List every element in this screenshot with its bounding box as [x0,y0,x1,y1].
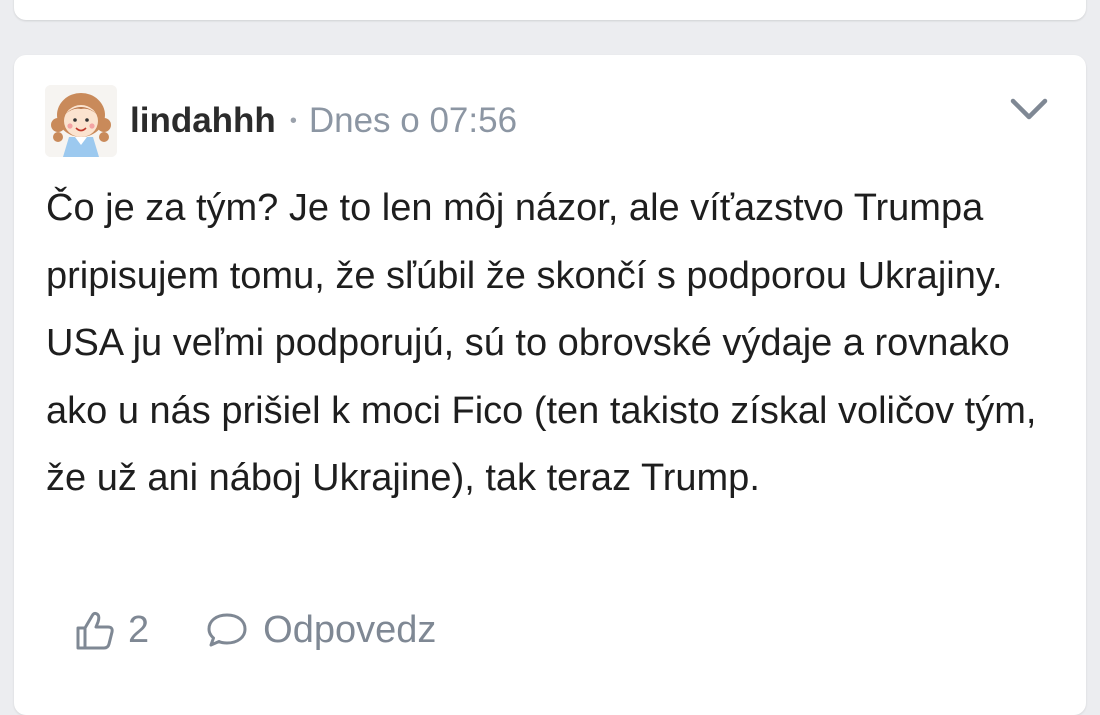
comment-card: lindahhh • Dnes o 07:56 Čo je za tým? Je… [14,55,1086,715]
separator-dot: • [289,109,297,132]
username[interactable]: lindahhh [130,101,276,141]
like-button[interactable]: 2 [72,608,149,652]
comment-text: Čo je za tým? Je to len môj názor, ale v… [46,187,1037,499]
speech-bubble-icon [207,613,247,647]
cartoon-girl-avatar-icon [45,85,117,157]
previous-comment-card [14,0,1086,20]
reply-button[interactable]: Odpovedz [205,609,436,652]
chevron-down-icon[interactable] [1010,97,1048,123]
reply-label: Odpovedz [263,608,437,651]
like-count: 2 [128,608,150,651]
thumbs-up-icon [76,611,114,650]
comment-actions: 2 Odpovedz [72,603,436,657]
avatar[interactable] [45,85,117,157]
comment-header: lindahhh • Dnes o 07:56 [45,85,517,157]
timestamp: Dnes o 07:56 [308,101,518,140]
